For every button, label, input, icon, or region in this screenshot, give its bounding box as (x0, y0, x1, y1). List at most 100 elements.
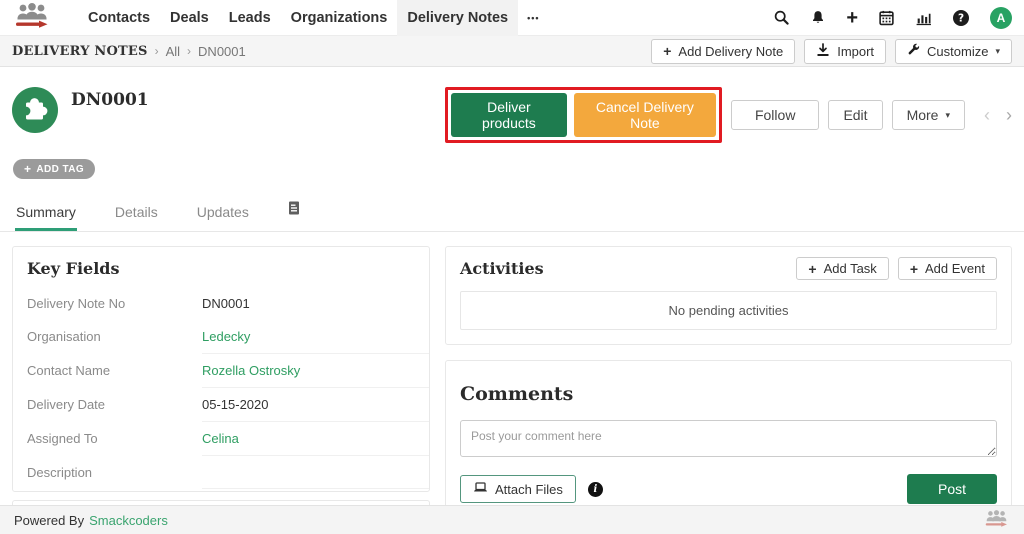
add-tag-label: ADD TAG (36, 163, 85, 175)
import-download-icon (816, 42, 830, 60)
record-identity: DN0001 (12, 87, 445, 138)
record-header: DN0001 Deliver products Cancel Delivery … (0, 67, 1024, 143)
breadcrumb-bar: DELIVERY NOTES › All › DN0001 + Add Deli… (0, 36, 1024, 67)
powered-by-text: Powered By (14, 512, 85, 528)
cancel-delivery-note-button[interactable]: Cancel Delivery Note (573, 93, 716, 137)
field-row-delivery-note-no: Delivery Note No DN0001 (13, 287, 429, 320)
calendar-icon[interactable] (878, 9, 895, 26)
comment-input[interactable] (460, 420, 997, 457)
field-row-assigned-to: Assigned To Celina (13, 422, 429, 456)
wrench-icon (907, 43, 920, 59)
quick-create-plus-icon[interactable]: + (846, 8, 858, 28)
svg-text:?: ? (958, 12, 964, 24)
annotation-highlight-box: Deliver products Cancel Delivery Note (445, 87, 722, 143)
field-row-organisation: Organisation Ledecky (13, 320, 429, 354)
activities-title: Activities (460, 259, 544, 278)
field-row-description: Description (13, 456, 429, 489)
organisation-link[interactable]: Ledecky (202, 320, 429, 354)
add-event-button[interactable]: + Add Event (897, 257, 997, 280)
tab-summary[interactable]: Summary (15, 195, 77, 231)
app-logo[interactable] (12, 2, 52, 34)
top-navbar: Contacts Deals Leads Organizations Deliv… (0, 0, 1024, 36)
nav-item-deals[interactable]: Deals (160, 0, 219, 36)
field-label: Delivery Note No (27, 296, 126, 311)
record-tabs: Summary Details Updates (0, 195, 1024, 232)
comments-card: Comments Attach Files i Post (445, 360, 1012, 521)
footer-bar: Powered By Smackcoders (0, 505, 1024, 534)
key-fields-title: Key Fields (27, 259, 120, 278)
breadcrumb-view[interactable]: All (166, 44, 180, 59)
field-label: Delivery Date (27, 397, 106, 412)
no-pending-activities-message: No pending activities (460, 291, 997, 330)
chevron-down-icon: ▾ (945, 109, 950, 120)
record-pager: ‹ › (984, 106, 1012, 124)
delivery-note-puzzle-icon (12, 87, 58, 138)
plus-icon: + (24, 162, 32, 176)
import-button[interactable]: Import (804, 38, 887, 64)
reports-chart-icon[interactable] (915, 10, 932, 26)
team-logo-icon (12, 2, 52, 34)
plus-icon: + (909, 260, 918, 277)
field-row-contact-name: Contact Name Rozella Ostrosky (13, 354, 429, 388)
add-task-label: Add Task (823, 261, 877, 276)
edit-button[interactable]: Edit (828, 100, 883, 130)
app-window: Contacts Deals Leads Organizations Deliv… (0, 0, 1024, 534)
field-value: DN0001 (202, 296, 250, 311)
add-event-label: Add Event (925, 261, 985, 276)
comments-title: Comments (460, 383, 574, 405)
add-task-button[interactable]: + Add Task (796, 257, 889, 280)
search-icon[interactable] (773, 9, 790, 26)
more-label: More (906, 107, 939, 123)
record-actions: Deliver products Cancel Delivery Note Fo… (445, 87, 1012, 143)
customize-button[interactable]: Customize ▾ (895, 38, 1012, 64)
help-icon[interactable]: ? (952, 9, 970, 27)
list-toolbar: + Add Delivery Note Import Customize ▾ (651, 38, 1012, 64)
nav-item-contacts[interactable]: Contacts (78, 0, 160, 36)
breadcrumb-separator: › (187, 44, 192, 58)
notifications-bell-icon[interactable] (810, 9, 826, 26)
nav-more-ellipsis-icon[interactable]: ••• (518, 13, 548, 23)
user-avatar[interactable]: A (990, 6, 1012, 29)
topnav-right-icons: + ? A (773, 6, 1012, 29)
breadcrumb-record: DN0001 (198, 43, 246, 59)
deliver-products-button[interactable]: Deliver products (451, 93, 567, 137)
left-column: Key Fields Delivery Note No DN0001 Organ… (12, 246, 430, 524)
field-value: 05-15-2020 (202, 388, 429, 422)
nav-item-leads[interactable]: Leads (219, 0, 281, 36)
tab-updates[interactable]: Updates (196, 195, 250, 231)
laptop-icon (473, 481, 488, 497)
field-label: Assigned To (27, 431, 98, 446)
main-content: Key Fields Delivery Note No DN0001 Organ… (0, 232, 1024, 524)
tab-details[interactable]: Details (114, 195, 159, 231)
more-button[interactable]: More ▾ (891, 100, 965, 130)
follow-button[interactable]: Follow (730, 100, 820, 130)
field-label: Contact Name (27, 363, 111, 378)
attach-files-button[interactable]: Attach Files (460, 475, 576, 503)
plus-icon: + (663, 43, 672, 59)
customize-label: Customize (927, 43, 989, 59)
breadcrumb-module[interactable]: DELIVERY NOTES (12, 44, 148, 59)
record-title: DN0001 (71, 90, 149, 110)
contact-name-link[interactable]: Rozella Ostrosky (202, 354, 429, 388)
key-fields-card: Key Fields Delivery Note No DN0001 Organ… (12, 246, 430, 492)
breadcrumb-separator: › (154, 44, 159, 58)
smackcoders-link[interactable]: Smackcoders (89, 513, 168, 528)
attach-files-label: Attach Files (495, 481, 563, 497)
assigned-to-link[interactable]: Celina (202, 422, 429, 456)
nav-item-organizations[interactable]: Organizations (281, 0, 398, 36)
field-value (202, 456, 429, 489)
right-column: Activities + Add Task + Add Event No pen… (445, 246, 1012, 521)
field-row-delivery-date: Delivery Date 05-15-2020 (13, 388, 429, 422)
next-record-icon[interactable]: › (1006, 106, 1012, 124)
add-delivery-note-button[interactable]: + Add Delivery Note (651, 38, 796, 64)
field-label: Description (27, 465, 93, 480)
post-comment-button[interactable]: Post (906, 474, 997, 504)
add-tag-button[interactable]: + ADD TAG (13, 159, 96, 179)
info-icon[interactable]: i (587, 481, 603, 497)
notes-document-icon[interactable] (287, 200, 301, 227)
add-delivery-note-label: Add Delivery Note (678, 43, 784, 59)
previous-record-icon[interactable]: ‹ (984, 106, 990, 124)
activities-card: Activities + Add Task + Add Event No pen… (445, 246, 1012, 345)
activities-header: Activities + Add Task + Add Event (460, 257, 997, 280)
nav-item-delivery-notes[interactable]: Delivery Notes (397, 0, 519, 36)
